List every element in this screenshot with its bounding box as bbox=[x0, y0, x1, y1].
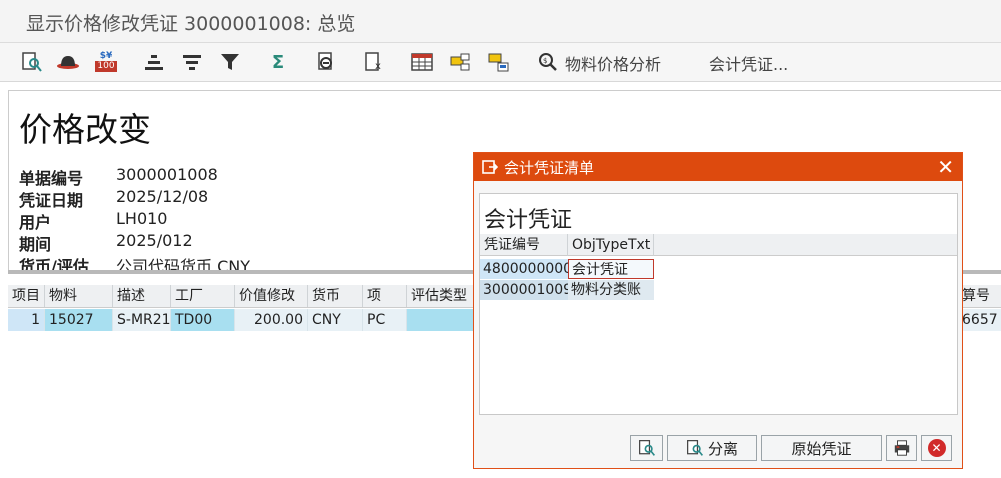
export-excel-icon[interactable]: x bbox=[360, 48, 388, 76]
print-icon bbox=[894, 440, 909, 456]
field-value: LH010 bbox=[116, 209, 168, 228]
accounting-document-list-dialog: 会计凭证清单 ✕ 会计凭证 凭证编号 ObjTypeTxt 4800000000… bbox=[473, 152, 963, 469]
col-header-item[interactable]: 项目 bbox=[8, 285, 45, 307]
list-title: 会计凭证 bbox=[484, 208, 573, 233]
split-icon bbox=[687, 440, 703, 456]
col-header-blank bbox=[654, 234, 957, 256]
title-bar: 显示价格修改凭证 3000001008: 总览 bbox=[0, 0, 1001, 43]
select-layout-icon[interactable] bbox=[446, 48, 474, 76]
col-header-doc-number[interactable]: 凭证编号 bbox=[480, 234, 568, 256]
original-document-label: 原始凭证 bbox=[791, 439, 852, 458]
save-layout-icon[interactable] bbox=[484, 48, 512, 76]
col-header-plant[interactable]: 工厂 bbox=[171, 285, 235, 307]
hat-icon[interactable] bbox=[54, 48, 82, 76]
cell-material[interactable]: 15027 bbox=[45, 309, 113, 331]
dialog-icon bbox=[482, 160, 498, 174]
print-button[interactable] bbox=[886, 435, 917, 461]
sum-icon[interactable]: Σ bbox=[264, 48, 292, 76]
cell-item[interactable]: 1 bbox=[8, 309, 45, 331]
original-document-button[interactable]: 原始凭证 bbox=[761, 435, 882, 461]
field-label: 期间 bbox=[19, 235, 52, 254]
cell-objtype[interactable]: 会计凭证 bbox=[568, 259, 654, 279]
col-header-objtype[interactable]: ObjTypeTxt bbox=[568, 234, 654, 256]
cell-doc-number[interactable]: 3000001009 bbox=[480, 280, 572, 300]
cell-unit[interactable]: PC bbox=[363, 309, 407, 331]
align-left-icon[interactable] bbox=[178, 48, 206, 76]
field-label: 用户 bbox=[19, 213, 52, 232]
cell-value-change[interactable]: 200.00 bbox=[235, 309, 308, 331]
svg-text:x: x bbox=[375, 61, 381, 72]
cell-number[interactable]: 6657 bbox=[958, 309, 1001, 331]
cell-currency[interactable]: CNY bbox=[308, 309, 363, 331]
choose-icon[interactable] bbox=[18, 48, 46, 76]
filter-icon[interactable] bbox=[216, 48, 244, 76]
cancel-button[interactable]: ✕ bbox=[921, 435, 952, 461]
cell-valuation-type[interactable] bbox=[407, 309, 475, 331]
split-label: 分离 bbox=[707, 439, 738, 458]
field-value: 2025/12/08 bbox=[116, 187, 209, 206]
field-label: 凭证日期 bbox=[19, 191, 84, 210]
cell-objtype[interactable]: 物料分类账 bbox=[568, 280, 654, 300]
choose-icon bbox=[638, 440, 655, 456]
magnifier-icon: $ bbox=[534, 48, 562, 76]
col-header-value-change[interactable]: 价值修改 bbox=[235, 285, 308, 307]
split-button[interactable]: 分离 bbox=[667, 435, 757, 461]
dialog-header: 会计凭证清单 ✕ bbox=[474, 153, 962, 181]
cell-plant[interactable]: TD00 bbox=[171, 309, 235, 331]
field-value: 2025/012 bbox=[116, 231, 193, 250]
layout-icon[interactable] bbox=[408, 48, 436, 76]
col-header-unit[interactable]: 项 bbox=[363, 285, 407, 307]
dialog-title: 会计凭证清单 bbox=[504, 159, 595, 177]
col-header-valuation-type[interactable]: 评估类型 bbox=[407, 285, 475, 307]
align-center-icon[interactable] bbox=[140, 48, 168, 76]
choose-button[interactable] bbox=[630, 435, 663, 461]
page-title: 价格改变 bbox=[19, 110, 151, 149]
cell-description[interactable]: S-MR21 bbox=[113, 309, 171, 331]
col-header-description[interactable]: 描述 bbox=[113, 285, 171, 307]
col-header-currency[interactable]: 货币 bbox=[308, 285, 363, 307]
accounting-document-button[interactable]: 会计凭证... bbox=[709, 51, 788, 75]
cell-doc-number[interactable]: 4800000000 bbox=[480, 259, 572, 279]
close-icon[interactable]: ✕ bbox=[937, 155, 954, 179]
field-value: 3000001008 bbox=[116, 165, 218, 184]
field-label: 单据编号 bbox=[19, 169, 84, 188]
col-header-number[interactable]: 算号 bbox=[958, 285, 1001, 307]
material-price-analysis-button[interactable]: 物料价格分析 bbox=[565, 51, 661, 75]
toolbar: $¥ 100 Σ x $ 物料价格分析 会计凭证... bbox=[0, 43, 1001, 82]
col-header-material[interactable]: 物料 bbox=[45, 285, 113, 307]
dialog-list-panel: 会计凭证 凭证编号 ObjTypeTxt 4800000000 会计凭证 300… bbox=[479, 193, 958, 415]
window-title: 显示价格修改凭证 3000001008: 总览 bbox=[26, 13, 356, 35]
print-preview-icon[interactable] bbox=[312, 48, 340, 76]
svg-text:$: $ bbox=[543, 57, 547, 65]
currency-icon[interactable]: $¥ 100 bbox=[92, 48, 120, 76]
cancel-icon: ✕ bbox=[927, 439, 946, 457]
